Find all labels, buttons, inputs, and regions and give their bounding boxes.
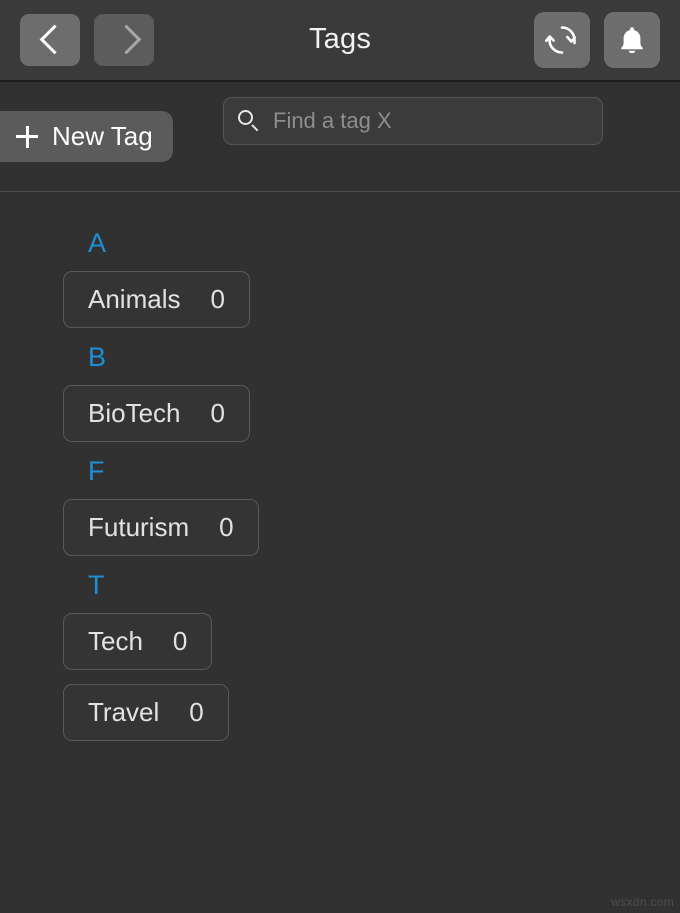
refresh-button[interactable] xyxy=(534,12,590,68)
tag-row: BioTech 0 xyxy=(0,385,680,442)
tag-item[interactable]: Animals 0 xyxy=(63,271,250,328)
tag-section: T Tech 0 Travel 0 xyxy=(0,572,680,741)
search-icon xyxy=(238,110,260,132)
header-nav-left xyxy=(0,14,154,66)
tags-toolbar: New Tag Find a tag X xyxy=(0,82,680,192)
new-tag-button-label: New Tag xyxy=(52,121,153,151)
tag-name: Futurism xyxy=(88,512,190,542)
watermark: wsxdn.com xyxy=(611,895,674,909)
tag-count: 0 xyxy=(210,398,225,428)
tag-item[interactable]: Tech 0 xyxy=(63,613,213,670)
bell-icon xyxy=(621,27,643,54)
forward-button[interactable] xyxy=(94,14,154,66)
tag-name: BioTech xyxy=(88,398,181,428)
tag-list: A Animals 0 B BioTech 0 F Futurism 0 T Tech 0 Travel… xyxy=(0,192,680,741)
tag-row: Tech 0 xyxy=(0,613,680,670)
new-tag-button[interactable]: New Tag xyxy=(0,111,173,162)
tag-item[interactable]: BioTech 0 xyxy=(63,385,250,442)
tag-count: 0 xyxy=(172,626,188,656)
tag-name: Tech xyxy=(88,626,143,656)
tag-item[interactable]: Futurism 0 xyxy=(63,499,259,556)
search-field[interactable]: Find a tag X xyxy=(223,97,603,145)
tag-row: Travel 0 xyxy=(0,684,680,741)
tag-name: Animals xyxy=(88,284,181,314)
back-button[interactable] xyxy=(20,14,80,66)
tag-name: Travel xyxy=(88,697,160,727)
header-nav-right xyxy=(534,12,680,68)
chevron-right-icon xyxy=(116,25,133,55)
tag-row: Futurism 0 xyxy=(0,499,680,556)
search-input-placeholder[interactable]: Find a tag X xyxy=(273,108,392,134)
tag-count: 0 xyxy=(189,697,204,727)
notifications-button[interactable] xyxy=(604,12,660,68)
tag-section: F Futurism 0 xyxy=(0,458,680,556)
plus-icon xyxy=(16,125,38,148)
tag-section: B BioTech 0 xyxy=(0,344,680,442)
tag-count: 0 xyxy=(219,512,234,542)
app-header: Tags xyxy=(0,0,680,82)
section-letter: F xyxy=(88,456,105,486)
tag-count: 0 xyxy=(210,284,225,314)
chevron-left-icon xyxy=(42,25,59,55)
tag-row: Animals 0 xyxy=(0,271,680,328)
section-letter: B xyxy=(88,342,107,372)
tag-item[interactable]: Travel 0 xyxy=(63,684,229,741)
refresh-icon xyxy=(545,26,577,54)
tag-section: A Animals 0 xyxy=(0,230,680,328)
section-letter: T xyxy=(88,570,105,600)
section-letter: A xyxy=(88,228,107,258)
